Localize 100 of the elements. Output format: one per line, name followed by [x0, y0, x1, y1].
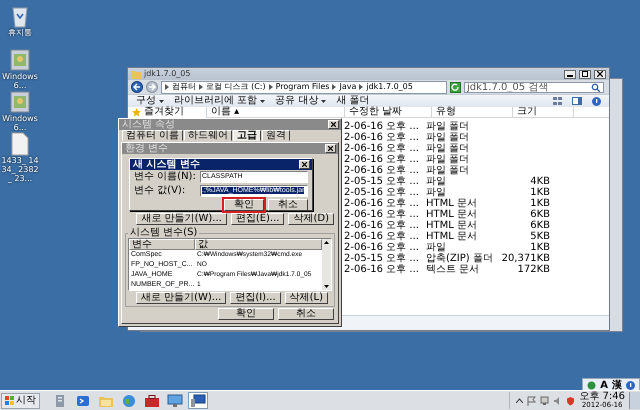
input-mode-button[interactable]: 漢 — [612, 380, 622, 390]
desktop-icon-label[interactable]: Windows6... — [1, 73, 39, 91]
taskbar-button[interactable] — [165, 392, 185, 409]
toolbar-button[interactable]: 새 폴더 — [336, 96, 370, 106]
minimize-button[interactable] — [564, 70, 576, 78]
type-cell-text: 파일 폴더 — [425, 154, 470, 165]
size-cell-text: 1KB — [529, 198, 550, 209]
preview-pane-icon[interactable] — [572, 97, 582, 105]
column-header[interactable]: 크기 — [513, 107, 574, 117]
computer-icon — [190, 394, 206, 408]
desktop-icon-label[interactable]: 1433_ 1434_ 2382_ 23... — [1, 157, 39, 184]
breadcrumb-item[interactable]: 로컬 디스크 (C:) — [206, 83, 266, 91]
app-icon[interactable] — [9, 90, 31, 114]
toolbar-button[interactable]: 라이브러리에 포함 — [174, 96, 266, 106]
refresh-button[interactable] — [450, 82, 461, 92]
show-hidden-icons-button[interactable] — [516, 398, 524, 403]
date-cell-text: 2-06-16 오후 ... — [343, 231, 420, 242]
dialog-title: 환경 변수 — [125, 144, 168, 154]
dialog-button[interactable]: 편집(E)... — [230, 213, 284, 225]
type-cell-text: 파일 — [425, 187, 447, 198]
taskbar-button[interactable] — [142, 392, 162, 409]
help-icon[interactable] — [592, 96, 601, 106]
date-cell-text: 2-06-16 오후 ... — [343, 198, 420, 209]
globe-icon — [122, 394, 136, 408]
type-cell-text: 파일 폴더 — [425, 121, 470, 132]
address-bar[interactable]: 컴퓨터 로컬 디스크 (C:) Program Files Java jdk1.7.0_05 — [161, 80, 447, 94]
date-cell-text: 2-06-16 오후 ... — [343, 121, 420, 132]
close-button[interactable] — [594, 70, 606, 78]
size-cell-text: 1KB — [529, 242, 550, 253]
desktop-icon-label[interactable]: 휴지통 — [1, 29, 39, 38]
breadcrumb-item[interactable]: 컴퓨터 — [172, 83, 196, 91]
scroll-down-icon[interactable] — [323, 283, 330, 290]
monitor-icon — [167, 394, 183, 408]
input-mode-button[interactable]: A — [600, 380, 608, 390]
column-header[interactable]: 유형 — [432, 107, 513, 117]
type-cell-text: 파일 폴더 — [425, 165, 470, 176]
size-cell-text: 172KB — [516, 264, 550, 275]
view-options-icon[interactable] — [553, 97, 562, 105]
nav-item[interactable]: 즐겨찾기 — [144, 107, 184, 117]
chevron-icon — [332, 84, 336, 90]
dialog-button[interactable]: 삭제(L) — [284, 292, 328, 304]
maximize-button[interactable] — [579, 70, 591, 78]
type-cell-text: 파일 폴더 — [425, 132, 470, 143]
type-cell-text: HTML 문서 — [425, 209, 478, 220]
column-header[interactable]: 값 — [195, 239, 322, 250]
desktop-icon-label[interactable]: Windows6... — [1, 115, 39, 133]
scroll-up-icon[interactable] — [323, 239, 330, 246]
dialog-button[interactable]: 새로 만들기(W)... — [136, 213, 227, 225]
size-cell-text: 4KB — [529, 176, 550, 187]
shield-icon[interactable] — [566, 396, 576, 406]
type-cell-text: 파일 폴더 — [425, 143, 470, 154]
toolbar-button[interactable]: 구성 — [136, 96, 164, 106]
breadcrumb-item[interactable]: Java — [339, 83, 356, 91]
date-cell-text: 2-06-16 오후 ... — [343, 154, 420, 165]
terminal-icon — [76, 394, 90, 408]
type-cell-text: 텍스트 문서 — [425, 264, 480, 275]
back-button[interactable] — [131, 81, 143, 93]
tab[interactable]: 고급 — [233, 130, 262, 141]
toolbar-button[interactable]: 공유 대상 — [275, 96, 326, 106]
maximize-icon — [582, 71, 588, 77]
scrollbar[interactable] — [322, 239, 331, 290]
size-cell-text: 1KB — [529, 187, 550, 198]
chevron-icon — [268, 84, 273, 90]
taskbar-button[interactable] — [188, 392, 208, 409]
tab[interactable]: 원격 — [262, 130, 290, 141]
breadcrumb-item[interactable]: jdk1.7.0_05 — [366, 83, 413, 91]
size-cell-text: 20,371KB — [500, 253, 550, 264]
star-icon — [132, 108, 141, 116]
date-cell-text: 2-05-15 오후 ... — [343, 176, 420, 187]
network-icon[interactable] — [540, 396, 550, 406]
column-header[interactable]: 이름 ▴ — [207, 107, 345, 117]
chevron-icon — [359, 84, 364, 90]
date-cell-text: 2-06-16 오후 ... — [343, 132, 420, 143]
dialog-button[interactable]: 확인 — [218, 308, 274, 320]
close-icon — [328, 146, 333, 151]
start-button[interactable]: 시작 — [1, 392, 40, 408]
tab[interactable]: 컴퓨터 이름 — [122, 130, 184, 141]
dialog-button[interactable]: 취소 — [278, 308, 334, 320]
window-title: jdk1.7.0_05 — [144, 70, 190, 78]
date-cell-text: 2-06-16 오후 ... — [343, 143, 420, 154]
back-arrow-icon — [133, 83, 141, 91]
breadcrumb-item[interactable]: Program Files — [276, 83, 330, 91]
field-label: 변수 이름(N): — [134, 172, 197, 182]
dialog-button[interactable]: 편집(I)... — [230, 292, 281, 304]
chevron-icon — [165, 84, 169, 90]
flag-icon[interactable] — [527, 396, 536, 406]
column-header[interactable]: 변수 — [129, 239, 195, 250]
tab[interactable]: 하드웨어 — [184, 130, 232, 141]
dialog-button[interactable]: 새로 만들기(W)... — [136, 292, 226, 304]
column-header[interactable]: 수정한 날짜 — [345, 107, 432, 117]
clock-time[interactable]: 오후 7:46 — [579, 392, 625, 402]
app-icon[interactable] — [9, 48, 31, 72]
windows-logo-icon — [5, 396, 14, 405]
dialog-button[interactable]: 삭제(D) — [288, 213, 334, 225]
dialog-button[interactable]: 취소 — [268, 199, 308, 211]
refresh-icon — [451, 82, 460, 92]
close-icon — [331, 122, 336, 127]
dialog-button[interactable]: 확인 — [224, 199, 264, 211]
help-icon[interactable] — [626, 380, 635, 390]
file-icon[interactable] — [11, 132, 29, 156]
